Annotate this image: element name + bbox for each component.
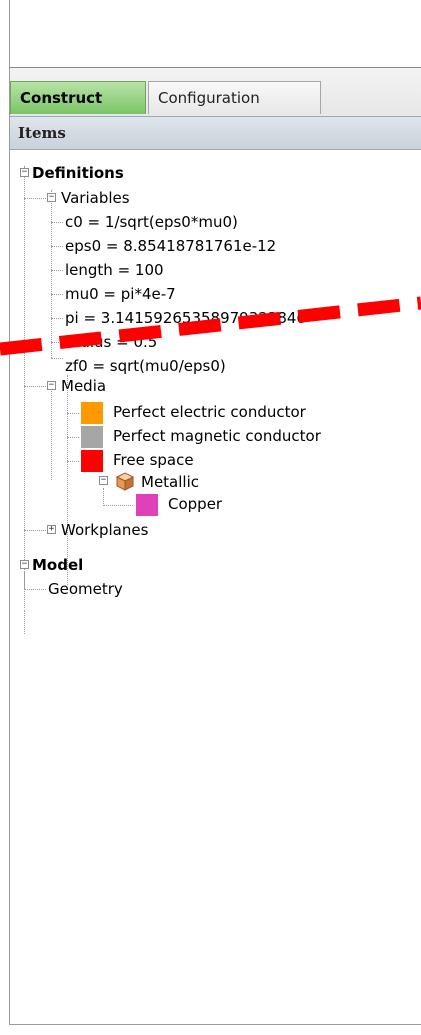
tree-item-workplanes[interactable]: Workplanes	[61, 519, 148, 542]
tree-line	[24, 571, 25, 589]
tree-line	[103, 488, 104, 504]
tree-branch	[24, 386, 48, 387]
tab-configuration[interactable]: Configuration	[148, 81, 321, 114]
tree-branch	[24, 198, 48, 199]
tree-branch	[51, 358, 63, 359]
variable-c0[interactable]: c0 = 1/sqrt(eps0*mu0)	[65, 211, 238, 234]
tree-branch	[24, 530, 48, 531]
metallic-box-icon	[115, 472, 135, 491]
tree-branch	[103, 505, 133, 506]
free-space-color-swatch	[81, 450, 103, 472]
tab-bar: Construct Configuration	[10, 68, 421, 116]
collapse-variables-icon[interactable]: −	[47, 193, 56, 202]
medium-pmc[interactable]: Perfect magnetic conductor	[113, 425, 321, 448]
tree-item-model[interactable]: Model	[32, 554, 83, 577]
tree-item-metallic[interactable]: Metallic	[141, 471, 199, 494]
tree-branch	[51, 318, 63, 319]
collapse-definitions-icon[interactable]: −	[20, 168, 29, 177]
tree-item-geometry[interactable]: Geometry	[48, 578, 123, 601]
collapse-model-icon[interactable]: −	[20, 560, 29, 569]
tree-branch	[51, 270, 63, 271]
tab-construct[interactable]: Construct	[10, 81, 146, 114]
tree-line	[51, 190, 52, 358]
copper-color-swatch	[136, 494, 158, 516]
variable-eps0[interactable]: eps0 = 8.85418781761e-12	[65, 235, 276, 258]
tree-branch	[24, 589, 46, 590]
tree-branch	[67, 413, 79, 414]
tree-branch	[51, 342, 63, 343]
top-area	[10, 0, 421, 68]
expand-workplanes-icon[interactable]: +	[47, 525, 56, 534]
tree-item-definitions[interactable]: Definitions	[32, 162, 124, 185]
tree-branch	[51, 246, 63, 247]
pec-color-swatch	[81, 402, 103, 424]
medium-copper[interactable]: Copper	[168, 493, 222, 516]
variable-length[interactable]: length = 100	[65, 259, 164, 282]
tree-branch	[67, 461, 79, 462]
medium-free-space[interactable]: Free space	[113, 449, 194, 472]
variable-pi[interactable]: pi = 3.14159265358979323846	[65, 307, 306, 330]
collapse-media-icon[interactable]: −	[47, 381, 56, 390]
tree-line	[24, 166, 25, 608]
tree-branch	[67, 437, 79, 438]
tree-item-variables[interactable]: Variables	[61, 187, 130, 210]
variable-radius[interactable]: radius = 0.5	[65, 331, 157, 354]
tree-item-media[interactable]: Media	[61, 375, 106, 398]
tree-branch	[51, 222, 63, 223]
pmc-color-swatch	[81, 426, 103, 448]
collapse-metallic-icon[interactable]: −	[99, 476, 108, 485]
items-header: Items	[10, 116, 421, 150]
tree-line	[51, 384, 52, 480]
variable-mu0[interactable]: mu0 = pi*4e-7	[65, 283, 176, 306]
items-tree: − Definitions − Variables c0 = 1/sqrt(ep…	[10, 150, 421, 1025]
panel-frame: Construct Configuration Items − Definiti…	[9, 0, 421, 1025]
medium-pec[interactable]: Perfect electric conductor	[113, 401, 306, 424]
tree-line	[24, 610, 25, 634]
tree-branch	[51, 294, 63, 295]
